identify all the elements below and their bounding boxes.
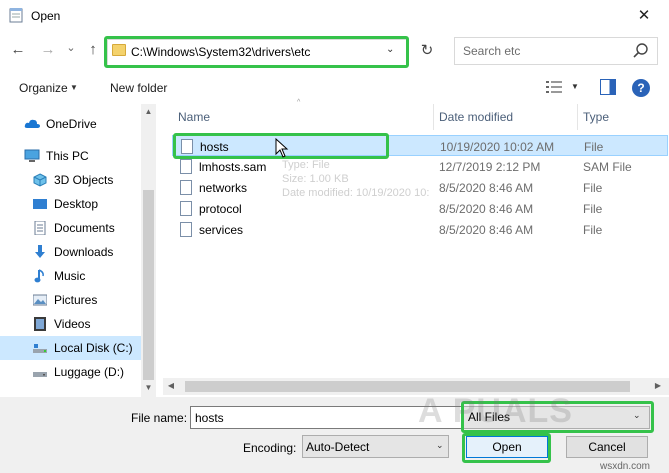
file-row-services[interactable]: services 8/5/2020 8:46 AM File xyxy=(172,219,668,240)
chevron-down-icon[interactable]: ⌄ xyxy=(436,440,444,451)
back-icon[interactable]: ← xyxy=(9,41,27,59)
file-name: lmhosts.sam xyxy=(199,160,267,174)
sidebar-item-downloads[interactable]: Downloads xyxy=(0,240,141,264)
help-icon[interactable]: ? xyxy=(632,79,650,97)
file-type: File xyxy=(583,181,603,195)
sidebar-item-label: Downloads xyxy=(54,245,114,259)
tooltip-line: Date modified: 10/19/2020 10: xyxy=(282,187,430,199)
address-highlight xyxy=(104,36,409,68)
scroll-up-icon[interactable]: ▲ xyxy=(141,107,156,116)
sidebar-item-label: This PC xyxy=(46,149,89,163)
sidebar-item-3d-objects[interactable]: 3D Objects xyxy=(0,168,141,192)
organize-button[interactable]: Organize xyxy=(19,81,68,95)
sidebar-item-desktop[interactable]: Desktop xyxy=(0,192,141,216)
file-name: networks xyxy=(199,181,248,195)
drive-icon xyxy=(33,372,47,377)
file-icon xyxy=(180,222,192,237)
caret-down-icon[interactable]: ▼ xyxy=(571,82,579,91)
file-type: File xyxy=(583,202,603,216)
recent-locations-icon[interactable]: ⌄ xyxy=(62,39,80,57)
search-placeholder: Search etc xyxy=(463,44,521,58)
title-bar xyxy=(0,0,669,32)
desktop-icon xyxy=(33,199,47,209)
sidebar-item-label: Music xyxy=(54,269,86,283)
file-icon xyxy=(180,180,192,195)
file-icon xyxy=(180,159,192,174)
column-divider[interactable] xyxy=(433,104,434,130)
tooltip-line: Size: 1.00 KB xyxy=(282,173,349,185)
file-date: 8/5/2020 8:46 AM xyxy=(439,181,534,195)
sidebar-item-label: Pictures xyxy=(54,293,98,307)
sidebar-item-videos[interactable]: Videos xyxy=(0,312,141,336)
sidebar-item-label: Documents xyxy=(54,221,115,235)
file-type: File xyxy=(584,140,604,154)
encoding-value[interactable]: Auto-Detect xyxy=(306,440,369,454)
file-tooltip: Type: File Size: 1.00 KB Date modified: … xyxy=(276,158,448,206)
cursor-icon xyxy=(275,138,289,158)
documents-icon xyxy=(34,221,46,235)
sidebar-item-label: 3D Objects xyxy=(54,173,114,187)
file-icon xyxy=(180,201,192,216)
sidebar-item-pictures[interactable]: Pictures xyxy=(0,288,141,312)
preview-pane-icon[interactable] xyxy=(600,79,616,95)
sidebar-item-label: Luggage (D:) xyxy=(54,365,125,379)
file-date: 10/19/2020 10:02 AM xyxy=(440,140,555,154)
tooltip-line: Type: File xyxy=(282,159,330,171)
column-header-row: Name Date modified Type xyxy=(163,104,669,130)
column-header-name[interactable]: Name xyxy=(178,110,210,124)
caret-down-icon: ▼ xyxy=(70,83,78,92)
forward-icon[interactable]: → xyxy=(39,41,57,59)
sidebar-item-documents[interactable]: Documents xyxy=(0,216,141,240)
navigation-pane: OneDrive This PC 3D Objects Desktop Docu… xyxy=(0,104,156,397)
cancel-button[interactable]: Cancel xyxy=(566,436,648,458)
computer-icon xyxy=(24,149,40,162)
scroll-left-icon[interactable]: ◀ xyxy=(166,381,176,390)
cloud-icon xyxy=(24,119,40,128)
sidebar-item-onedrive[interactable]: OneDrive xyxy=(0,112,141,136)
drive-icon xyxy=(33,344,47,353)
download-icon xyxy=(35,245,45,258)
scroll-down-icon[interactable]: ▼ xyxy=(141,383,156,392)
sort-indicator-icon: ^ xyxy=(297,99,301,106)
new-folder-button[interactable]: New folder xyxy=(110,81,167,95)
sidebar-item-label: Local Disk (C:) xyxy=(54,341,133,355)
search-icon[interactable] xyxy=(632,42,650,60)
sidebar-item-luggage-d[interactable]: Luggage (D:) xyxy=(0,360,141,384)
watermark-logo: A PUALS xyxy=(418,392,573,430)
sidebar-scrollbar-thumb[interactable] xyxy=(143,190,154,380)
file-type: SAM File xyxy=(583,160,632,174)
sidebar-item-this-pc[interactable]: This PC xyxy=(0,144,141,168)
view-options-icon[interactable] xyxy=(546,80,562,94)
scroll-right-icon[interactable]: ▶ xyxy=(653,381,663,390)
sidebar-item-label: Videos xyxy=(54,317,91,331)
notepad-icon xyxy=(9,8,23,23)
open-highlight xyxy=(462,433,551,463)
videos-icon xyxy=(34,317,46,331)
file-name-label: File name: xyxy=(131,411,188,425)
file-date: 8/5/2020 8:46 AM xyxy=(439,223,534,237)
close-icon[interactable]: ✕ xyxy=(630,5,658,27)
sidebar-item-local-disk-c[interactable]: Local Disk (C:) xyxy=(0,336,141,360)
pictures-icon xyxy=(33,294,47,306)
site-watermark: wsxdn.com xyxy=(600,461,651,472)
file-name-value[interactable]: hosts xyxy=(195,411,224,425)
file-type: File xyxy=(583,223,603,237)
file-name: protocol xyxy=(199,202,242,216)
column-divider[interactable] xyxy=(577,104,578,130)
file-date: 12/7/2019 2:12 PM xyxy=(439,160,541,174)
up-icon[interactable]: ↑ xyxy=(84,41,102,59)
sidebar-item-music[interactable]: Music xyxy=(0,264,141,288)
window-title: Open xyxy=(31,9,61,23)
file-name: services xyxy=(199,223,244,237)
file-date: 8/5/2020 8:46 AM xyxy=(439,202,534,216)
column-header-type[interactable]: Type xyxy=(583,110,609,124)
music-icon xyxy=(34,269,44,283)
horizontal-scrollbar-thumb[interactable] xyxy=(185,381,630,392)
cube-icon xyxy=(33,173,47,187)
refresh-icon[interactable]: ↻ xyxy=(417,41,437,61)
sidebar-item-label: OneDrive xyxy=(46,117,97,131)
sidebar-item-label: Desktop xyxy=(54,197,99,211)
column-header-date[interactable]: Date modified xyxy=(439,110,513,124)
encoding-label: Encoding: xyxy=(243,441,297,455)
